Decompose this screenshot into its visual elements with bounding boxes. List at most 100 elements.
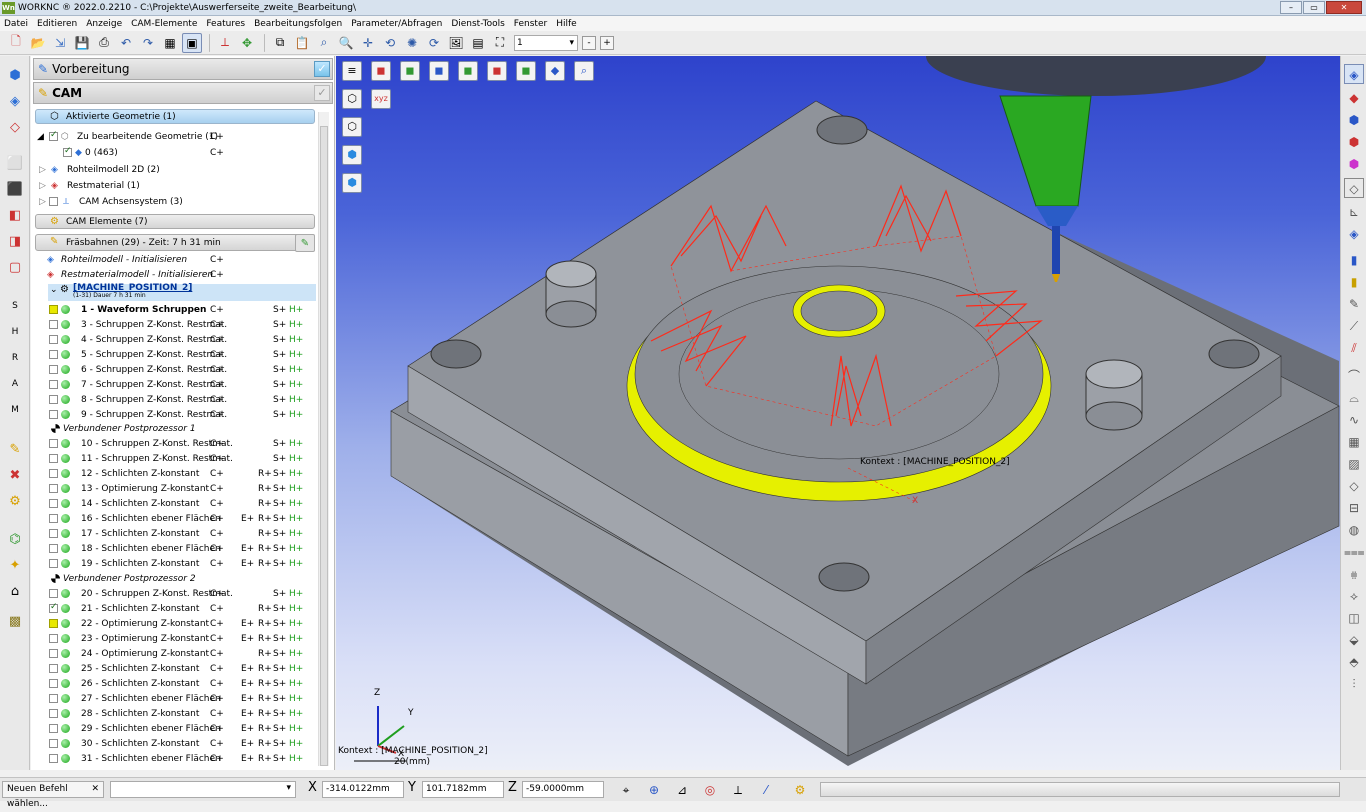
stock-model-icon[interactable]: ◨	[5, 232, 25, 252]
toolpath-row[interactable]: 25 - Schlichten Z-konstant C+ E+ R+ S+ H+	[33, 661, 317, 676]
calc-icon[interactable]: ⚙	[5, 492, 25, 512]
postprocessor-row[interactable]: Verbundener Postprozessor 2	[33, 571, 317, 586]
m-tool-icon[interactable]: M	[5, 400, 25, 420]
toolpath-row[interactable]: 4 - Schruppen Z-Konst. Restmat. C+ S+ H+	[33, 332, 317, 347]
trim-icon[interactable]: ⟡	[1344, 586, 1364, 606]
menu-hilfe[interactable]: Hilfe	[556, 19, 576, 29]
toolpath-checkbox[interactable]	[49, 634, 58, 643]
menu-features[interactable]: Features	[206, 19, 245, 29]
cam-check-icon[interactable]: ✓	[314, 85, 330, 101]
toolpath-checkbox[interactable]	[49, 484, 58, 493]
toolpath-checkbox[interactable]	[49, 454, 58, 463]
toolpath-row[interactable]: 12 - Schlichten Z-konstant C+ R+ S+ H+	[33, 466, 317, 481]
toolpath-row[interactable]: 21 - Schlichten Z-konstant C+ R+S+H+	[33, 601, 317, 616]
toolpath-row[interactable]: 23 - Optimierung Z-konstant C+ E+ R+ S+ H+	[33, 631, 317, 646]
diamond-icon[interactable]: ◇	[1344, 476, 1364, 496]
tree-checkbox[interactable]	[63, 146, 72, 157]
tree-item-zu-bearbeitende[interactable]: ◢ ⬡ Zu bearbeitende Geometrie (1) C+	[33, 129, 317, 144]
toolpath-row[interactable]: 14 - Schlichten Z-konstant C+ R+ S+ H+	[33, 496, 317, 511]
toolpath-checkbox[interactable]	[49, 649, 58, 658]
toolpath-row[interactable]: 9 - Schruppen Z-Konst. Restmat. C+ S+ H+	[33, 407, 317, 422]
toolpath-icon[interactable]: ⌬	[5, 530, 25, 550]
save-icon[interactable]: 💾	[72, 33, 92, 53]
undo-icon[interactable]: ↶	[116, 33, 136, 53]
snap-2d-icon[interactable]: ⁄	[756, 781, 776, 799]
toolpath-checkbox[interactable]	[49, 694, 58, 703]
refresh-icon[interactable]: ⟳	[424, 33, 444, 53]
zoom-icon[interactable]: 🔍	[336, 33, 356, 53]
h-tool-icon[interactable]: H	[5, 322, 25, 342]
tree-item-achsensystem[interactable]: ▷ ⟂ CAM Achsensystem (3)	[33, 194, 317, 209]
chart-icon[interactable]: ⫽	[1344, 338, 1364, 358]
grid-tool-icon[interactable]: ▦	[1344, 432, 1364, 452]
split-icon[interactable]: ⩷	[1344, 564, 1364, 584]
toolpath-row[interactable]: 29 - Schlichten ebener Flächen C+ E+ R+ S+ H+	[33, 721, 317, 736]
toolpath-checkbox[interactable]	[49, 439, 58, 448]
select-geometry-icon[interactable]: ⬢	[5, 66, 25, 86]
new-file-icon[interactable]: 🗋	[6, 33, 26, 53]
toolpath-checkbox[interactable]	[49, 380, 58, 389]
toolpath-row[interactable]: 19 - Schlichten Z-konstant C+ E+ R+ S+ H+	[33, 556, 317, 571]
calculate-toolpaths-icon[interactable]: ✎	[295, 234, 315, 252]
tool-view-icon[interactable]: ▮	[1344, 250, 1364, 270]
machine-position-row[interactable]: ⌄ ⚙ [MACHINE_POSITION_2] (1-31) Dauer 7 …	[48, 283, 316, 301]
toolpath-row[interactable]: 5 - Schruppen Z-Konst. Restmat. C+ S+ H+	[33, 347, 317, 362]
toolpath-checkbox[interactable]	[49, 602, 58, 613]
layer-icon[interactable]: ⛶	[490, 33, 510, 53]
pan-icon[interactable]: ✛	[358, 33, 378, 53]
snap-icon[interactable]: ⌖	[616, 781, 636, 799]
fillet-icon[interactable]: ⬙	[1344, 630, 1364, 650]
axis-move-icon[interactable]: ✥	[237, 33, 257, 53]
toolpath-checkbox[interactable]	[49, 619, 58, 628]
group-fraesbahnen[interactable]: ✎ Fräsbahnen (29) - Zeit: 7 h 31 min	[35, 234, 315, 251]
menu-fenster[interactable]: Fenster	[514, 19, 547, 29]
spin-icon[interactable]: ✺	[402, 33, 422, 53]
color-icon[interactable]: ⬢	[1344, 132, 1364, 152]
toolpath-checkbox[interactable]	[49, 589, 58, 598]
y-coordinate-field[interactable]: 101.7182mm	[422, 781, 504, 798]
toolpath-row[interactable]: 24 - Optimierung Z-konstant C+ R+ S+ H+	[33, 646, 317, 661]
line-icon[interactable]: ⟋	[1344, 316, 1364, 336]
toolpath-checkbox[interactable]	[49, 350, 58, 359]
menu-cam-elemente[interactable]: CAM-Elemente	[131, 19, 197, 29]
check-icon[interactable]: ✓	[314, 61, 330, 77]
block-red-icon[interactable]: ⬛	[5, 180, 25, 200]
tree-item-rohteilmodell[interactable]: ▷ ◈ Rohteilmodell 2D (2)	[33, 162, 317, 177]
toolpath-row[interactable]: 20 - Schruppen Z-Konst. Restmat. C+ S+ H+	[33, 586, 317, 601]
paste-icon[interactable]: 📋	[292, 33, 312, 53]
offset-tool-icon[interactable]: ⫶	[1344, 674, 1364, 694]
collapse-icon[interactable]: ▷	[39, 197, 46, 207]
block-icon[interactable]: ⬜	[5, 154, 25, 174]
print-icon[interactable]: ⎙	[94, 33, 114, 53]
grid-icon[interactable]: ▦	[160, 33, 180, 53]
delete-icon[interactable]: ✖	[5, 466, 25, 486]
toolpath-checkbox[interactable]	[49, 664, 58, 673]
expand-icon[interactable]: ◢	[37, 132, 44, 142]
toolpath-checkbox[interactable]	[49, 499, 58, 508]
cam-header[interactable]: ✎ CAM ✓	[33, 82, 333, 104]
close-button[interactable]: ✕	[1326, 1, 1362, 14]
toolpath-checkbox[interactable]	[49, 365, 58, 374]
curve-icon[interactable]: ◈	[5, 92, 25, 112]
minimize-button[interactable]: –	[1280, 1, 1302, 14]
postprocessor-row[interactable]: Verbundener Postprozessor 1	[33, 421, 317, 436]
toolpath-row[interactable]: 13 - Optimierung Z-konstant C+ R+ S+ H+	[33, 481, 317, 496]
tree-item-init[interactable]: ◈ Restmaterialmodell - Initialisieren C+	[33, 267, 317, 282]
image-icon[interactable]: 🖼	[446, 33, 466, 53]
toolpath-checkbox[interactable]	[49, 469, 58, 478]
toolpath-row[interactable]: 10 - Schruppen Z-Konst. Restmat. C+ S+ H+	[33, 436, 317, 451]
measure-icon[interactable]: ⊾	[1344, 202, 1364, 222]
section-icon[interactable]: ◇	[1344, 178, 1364, 198]
surface-tool-icon[interactable]: ◍	[1344, 520, 1364, 540]
toolpath-checkbox[interactable]	[49, 559, 58, 568]
snap-edge-icon[interactable]: ⊿	[672, 781, 692, 799]
menu-parameter[interactable]: Parameter/Abfragen	[351, 19, 442, 29]
toolpath-checkbox[interactable]	[49, 709, 58, 718]
axis-icon[interactable]: ⟂	[215, 33, 235, 53]
vorbereitung-header[interactable]: ✎ Vorbereitung ✓	[33, 58, 333, 80]
copy-icon[interactable]: ⧉	[270, 33, 290, 53]
package-icon[interactable]: ▩	[5, 612, 25, 632]
z-coordinate-field[interactable]: -59.0000mm	[522, 781, 604, 798]
layer-image-icon[interactable]: ▤	[468, 33, 488, 53]
toolpath-row[interactable]: 22 - Optimierung Z-konstant C+ E+ R+ S+ H+	[33, 616, 317, 631]
